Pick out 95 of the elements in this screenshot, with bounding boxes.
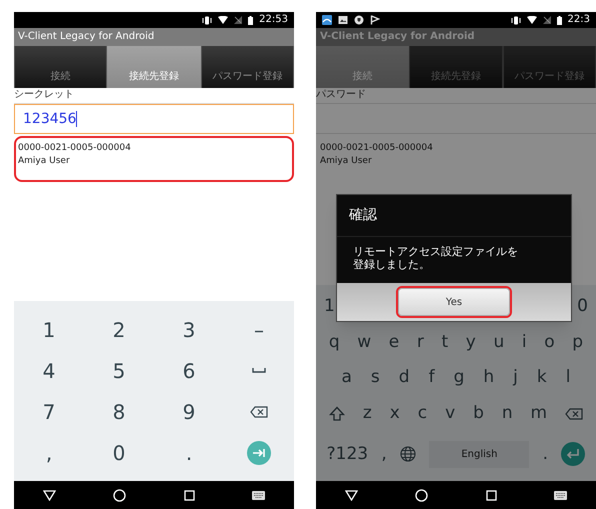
entry-text: Amiya User xyxy=(320,155,373,168)
keyboard-key[interactable]: n xyxy=(502,405,513,422)
keyboard-key[interactable]: d xyxy=(398,369,410,386)
spacebar-key[interactable]: English xyxy=(429,440,530,468)
recents-icon[interactable] xyxy=(184,490,195,500)
vibrate-icon xyxy=(202,16,212,24)
keyboard-key[interactable]: 2 xyxy=(112,320,126,340)
keyboard-key[interactable]: w xyxy=(357,334,372,351)
next-field-icon[interactable] xyxy=(247,440,271,464)
keyboard-key[interactable]: 0 xyxy=(112,442,126,462)
keyboard-key[interactable]: . xyxy=(542,446,548,463)
backspace-icon[interactable] xyxy=(250,406,268,418)
keyboard-key[interactable]: x xyxy=(390,405,400,422)
shift-icon[interactable] xyxy=(328,406,345,422)
keyboard-key[interactable]: u xyxy=(493,334,504,351)
list-entry[interactable]: 0000-0021-0005-000004 Amiya User xyxy=(316,136,596,182)
keyboard-key[interactable]: a xyxy=(342,369,352,386)
keyboard-key[interactable]: h xyxy=(483,369,494,386)
keyboard-key[interactable]: s xyxy=(370,369,380,386)
keyboard-icon[interactable] xyxy=(252,490,266,500)
entry-text: Amiya User xyxy=(18,155,71,168)
keyboard-key[interactable]: 9 xyxy=(182,402,196,422)
keyboard-key[interactable]: . xyxy=(186,442,192,462)
entry-text: 0000-0021-0005-000004 xyxy=(18,142,132,155)
battery-icon xyxy=(556,16,562,24)
dialog-title: 確認 xyxy=(337,195,571,237)
space-key-icon[interactable] xyxy=(252,368,266,373)
keyboard-key[interactable]: j xyxy=(513,369,518,386)
field-label: シークレット xyxy=(14,88,294,104)
wifi-icon xyxy=(218,16,228,24)
keyboard-key[interactable]: 1 xyxy=(42,320,56,340)
keyboard-key[interactable]: , xyxy=(46,442,52,462)
keyboard-key[interactable]: z xyxy=(362,405,372,422)
recents-icon[interactable] xyxy=(486,490,497,500)
image-icon xyxy=(338,15,348,25)
keyboard-key[interactable]: g xyxy=(454,369,464,386)
keyboard-key[interactable]: v xyxy=(445,405,456,422)
yes-button[interactable]: Yes xyxy=(396,286,512,318)
keyboard-key[interactable]: 6 xyxy=(182,360,196,380)
globe-icon[interactable] xyxy=(400,446,416,462)
keyboard-key[interactable]: b xyxy=(473,405,484,422)
dialog-message: リモートアクセス設定ファイルを登録しました。 xyxy=(352,244,519,273)
keyboard-key[interactable]: p xyxy=(572,334,584,351)
no-signal-icon xyxy=(542,16,551,24)
shield-icon xyxy=(354,15,364,25)
keyboard-key[interactable]: e xyxy=(388,334,400,351)
app-icon xyxy=(322,15,332,25)
keyboard-key[interactable]: q xyxy=(328,334,340,351)
back-icon[interactable] xyxy=(42,490,56,500)
clock-time: 22:53 xyxy=(259,15,288,25)
keyboard-icon[interactable] xyxy=(554,490,568,500)
battery-icon xyxy=(248,16,254,24)
tab[interactable]: 接続 xyxy=(14,46,108,88)
keyboard-key[interactable]: 1 xyxy=(324,298,335,316)
wifi-icon xyxy=(526,16,537,24)
keyboard-key[interactable]: 7 xyxy=(42,402,56,422)
keyboard-key[interactable]: f xyxy=(428,369,435,386)
keyboard-key[interactable]: , xyxy=(381,446,387,463)
keyboard-key[interactable]: 8 xyxy=(112,402,126,422)
clock-time: 22:3 xyxy=(568,15,590,25)
tab[interactable]: パスワード登録 xyxy=(200,46,294,88)
keyboard-key[interactable]: l xyxy=(566,369,570,386)
keyboard-key[interactable]: t xyxy=(441,334,448,351)
keyboard-key[interactable]: m xyxy=(530,405,548,422)
keyboard-key[interactable]: y xyxy=(466,334,476,351)
tab[interactable]: 接続先登録 xyxy=(107,46,201,88)
app-title: V-Client Legacy for Android xyxy=(18,32,154,42)
back-icon[interactable] xyxy=(344,490,358,500)
home-icon[interactable] xyxy=(415,488,428,502)
keyboard-key[interactable]: – xyxy=(254,320,264,340)
vibrate-icon xyxy=(510,16,521,24)
keyboard-key[interactable]: o xyxy=(544,334,555,351)
app-title: V-Client Legacy for Android xyxy=(320,32,475,42)
keyboard-key[interactable]: ?123 xyxy=(326,446,368,463)
keyboard-key[interactable]: 5 xyxy=(112,360,126,380)
keyboard-key[interactable]: k xyxy=(536,369,547,386)
home-icon[interactable] xyxy=(113,488,126,502)
tab[interactable]: 接続先登録 xyxy=(409,46,503,88)
keyboard-key[interactable]: 3 xyxy=(182,320,196,340)
no-signal-icon xyxy=(234,16,242,24)
entry-text: 0000-0021-0005-000004 xyxy=(320,142,434,155)
keyboard-key[interactable]: 4 xyxy=(42,360,56,380)
keyboard-key[interactable]: r xyxy=(416,334,424,351)
flag-icon xyxy=(370,15,380,25)
field-value: 123456 xyxy=(23,110,76,128)
keyboard-key[interactable]: i xyxy=(522,334,527,351)
keyboard-key[interactable]: 0 xyxy=(577,298,588,316)
tab[interactable]: パスワード登録 xyxy=(502,46,596,88)
backspace-icon[interactable] xyxy=(565,408,584,420)
text-field[interactable]: 123456 xyxy=(14,104,294,134)
list-entry[interactable]: 0000-0021-0005-000004 Amiya User xyxy=(14,136,294,182)
tab[interactable]: 接続 xyxy=(316,46,410,88)
keyboard-key[interactable]: c xyxy=(418,405,428,422)
field-label: パスワード xyxy=(316,88,596,104)
text-cursor xyxy=(76,111,78,127)
